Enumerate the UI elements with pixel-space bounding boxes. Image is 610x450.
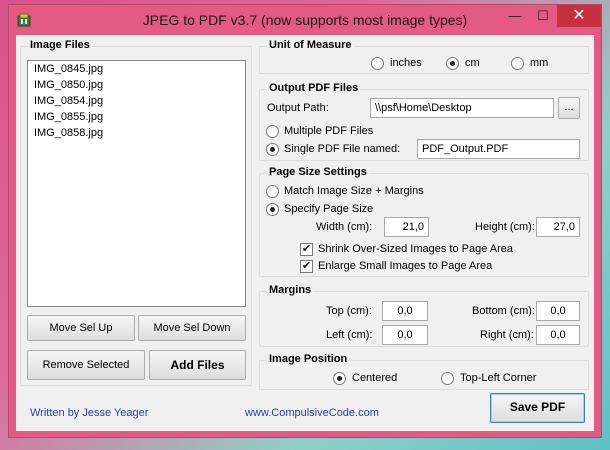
list-item[interactable]: IMG_0850.jpg (28, 77, 245, 93)
enlarge-images-checkbox[interactable]: ✔ (300, 260, 313, 273)
unit-label-inches: inches (390, 57, 422, 69)
position-centered-radio[interactable] (333, 372, 346, 385)
margin-bottom-label: Bottom (cm): (472, 305, 535, 317)
unit-of-measure-title: Unit of Measure (267, 39, 354, 51)
unit-radio-mm[interactable] (511, 57, 524, 70)
close-button[interactable]: ✕ (557, 5, 601, 27)
move-selection-down-button[interactable]: Move Sel Down (138, 315, 246, 341)
margins-title: Margins (267, 284, 314, 296)
save-pdf-button[interactable]: Save PDF (490, 393, 585, 423)
move-selection-up-button[interactable]: Move Sel Up (27, 315, 135, 341)
app-window: JPEG to PDF v3.7 (now supports most imag… (8, 4, 602, 438)
image-file-list[interactable]: IMG_0845.jpg IMG_0850.jpg IMG_0854.jpg I… (27, 60, 246, 307)
position-top-left-radio[interactable] (441, 372, 454, 385)
margin-top-input[interactable]: 0,0 (382, 301, 428, 321)
unit-of-measure-group: Unit of Measure inches cm mm (259, 39, 589, 74)
unit-label-mm: mm (530, 57, 549, 69)
output-pdf-files-title: Output PDF Files (267, 82, 361, 94)
title-bar[interactable]: JPEG to PDF v3.7 (now supports most imag… (9, 5, 601, 35)
remove-selected-button[interactable]: Remove Selected (27, 350, 145, 380)
multiple-pdf-files-label: Multiple PDF Files (284, 125, 374, 137)
unit-radio-cm[interactable] (446, 57, 459, 70)
browse-button[interactable]: ... (558, 97, 580, 119)
height-label: Height (cm): (475, 221, 535, 233)
page-size-settings-title: Page Size Settings (267, 166, 369, 178)
image-files-title: Image Files (28, 39, 92, 51)
margin-left-input[interactable]: 0,0 (382, 325, 428, 345)
single-pdf-file-name-input[interactable]: PDF_Output.PDF (417, 139, 580, 159)
client-area: Image Files IMG_0845.jpg IMG_0850.jpg IM… (16, 35, 594, 431)
margin-bottom-input[interactable]: 0,0 (536, 301, 580, 321)
output-pdf-files-group: Output PDF Files Output Path: \\psf\Home… (259, 82, 589, 161)
image-position-group: Image Position Centered Top-Left Corner (259, 353, 589, 390)
image-files-group: Image Files IMG_0845.jpg IMG_0850.jpg IM… (20, 39, 252, 386)
width-input[interactable]: 21,0 (384, 217, 429, 237)
image-position-title: Image Position (267, 353, 350, 365)
minimize-button[interactable]: — (501, 5, 529, 27)
margins-group: Margins Top (cm): 0,0 Bottom (cm): 0,0 L… (259, 284, 589, 347)
margin-right-label: Right (cm): (480, 329, 534, 341)
output-path-label: Output Path: (267, 102, 329, 114)
list-item[interactable]: IMG_0858.jpg (28, 125, 245, 141)
single-pdf-file-label: Single PDF File named: (284, 143, 401, 155)
add-files-button[interactable]: Add Files (149, 350, 246, 380)
margin-top-label: Top (cm): (326, 305, 372, 317)
margin-left-label: Left (cm): (326, 329, 373, 341)
maximize-button[interactable]: ☐ (529, 5, 557, 27)
shrink-images-checkbox[interactable]: ✔ (300, 243, 313, 256)
page-size-settings-group: Page Size Settings Match Image Size + Ma… (259, 166, 589, 277)
unit-radio-inches[interactable] (371, 57, 384, 70)
specify-page-size-radio[interactable] (266, 203, 279, 216)
output-path-input[interactable]: \\psf\Home\Desktop (370, 98, 554, 118)
match-image-size-label: Match Image Size + Margins (284, 185, 424, 197)
height-input[interactable]: 27,0 (536, 217, 580, 237)
website-link[interactable]: www.CompulsiveCode.com (245, 407, 379, 419)
list-item[interactable]: IMG_0854.jpg (28, 93, 245, 109)
position-centered-label: Centered (352, 372, 398, 384)
list-item[interactable]: IMG_0845.jpg (28, 61, 245, 77)
multiple-pdf-files-radio[interactable] (266, 125, 279, 138)
list-item[interactable]: IMG_0855.jpg (28, 109, 245, 125)
shrink-images-label: Shrink Over-Sized Images to Page Area (318, 243, 514, 255)
enlarge-images-label: Enlarge Small Images to Page Area (318, 260, 493, 272)
single-pdf-file-radio[interactable] (266, 143, 279, 156)
margin-right-input[interactable]: 0,0 (536, 325, 580, 345)
match-image-size-radio[interactable] (266, 185, 279, 198)
specify-page-size-label: Specify Page Size (284, 203, 374, 215)
author-credit: Written by Jesse Yeager (30, 407, 149, 419)
unit-label-cm: cm (465, 57, 480, 69)
width-label: Width (cm): (316, 221, 373, 233)
position-top-left-label: Top-Left Corner (460, 372, 537, 384)
